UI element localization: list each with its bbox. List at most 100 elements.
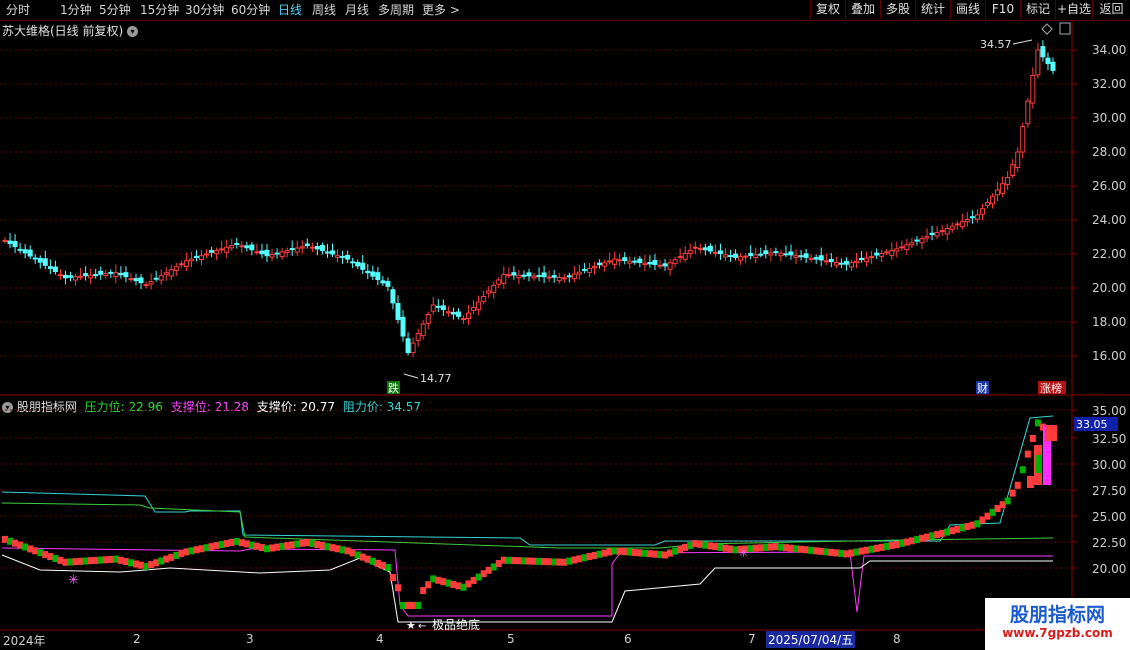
- candle-body: [103, 273, 109, 277]
- candle-body: [934, 232, 940, 237]
- low-label: 14.77: [420, 372, 452, 385]
- candle-body: [728, 255, 734, 258]
- candle-body: [521, 274, 527, 277]
- candle-body: [712, 251, 718, 254]
- candle-body: [526, 272, 532, 277]
- candle-body: [219, 248, 225, 251]
- candle-body: [314, 246, 320, 250]
- high-arrow: [1012, 39, 1033, 45]
- candle-body: [304, 243, 310, 246]
- candle-body: [642, 262, 648, 266]
- y-tick-label: 22.00: [1092, 247, 1127, 261]
- candle-body: [133, 278, 139, 282]
- candle-body: [309, 246, 315, 249]
- candle-body: [959, 221, 965, 228]
- candle-body: [738, 256, 744, 261]
- candle-body: [571, 273, 577, 280]
- candle-body: [471, 307, 477, 311]
- candle-body: [83, 273, 89, 277]
- candle-body: [889, 249, 895, 256]
- candle-body: [723, 254, 728, 258]
- candle-body: [985, 201, 990, 206]
- candle-body: [1005, 177, 1011, 185]
- candle-body: [506, 274, 512, 277]
- candle-body: [37, 257, 43, 263]
- indicator-bar: [1027, 476, 1034, 488]
- candle-body: [501, 273, 507, 284]
- candle-body: [556, 277, 562, 282]
- candle-body: [2, 239, 8, 242]
- asterisk-icon: ✳: [738, 546, 749, 561]
- candle-body: [229, 245, 235, 249]
- arrow-left-icon: ←: [418, 621, 426, 632]
- indicator-bar: [1029, 435, 1036, 442]
- candle-body: [909, 242, 915, 246]
- candle-body: [859, 257, 865, 261]
- current-value-label: 33.05: [1076, 418, 1108, 431]
- date-cursor-label: 2025/07/04/五: [766, 631, 856, 648]
- candle-body: [808, 257, 814, 260]
- candle-body: [481, 296, 487, 302]
- candle-body: [647, 262, 653, 265]
- candle-body: [158, 275, 164, 281]
- candle-body: [954, 223, 960, 226]
- star-icon: ★: [406, 619, 416, 632]
- candle-body: [612, 258, 618, 265]
- candle-body: [345, 254, 351, 260]
- candle-body: [592, 266, 597, 269]
- candle-body: [193, 255, 199, 258]
- candle-body: [586, 267, 592, 273]
- candle-body: [274, 252, 280, 255]
- candle-body: [476, 301, 482, 311]
- y-tick-label: 34.00: [1092, 43, 1127, 57]
- candle-body: [607, 260, 613, 263]
- candle-body: [551, 275, 557, 278]
- candle-body: [385, 281, 391, 287]
- candle-body: [667, 262, 673, 270]
- candle-body: [370, 271, 376, 277]
- candle-body: [702, 247, 708, 251]
- candle-body: [964, 218, 970, 223]
- candle-body: [854, 260, 859, 264]
- candle-body: [602, 262, 608, 267]
- candle-body: [803, 253, 809, 258]
- candle-body: [178, 263, 184, 266]
- candle-body: [924, 236, 930, 239]
- candle-body: [264, 249, 270, 257]
- candle-body: [884, 251, 890, 254]
- kline-chart[interactable]: 34.57 14.77 跌 财 涨榜 33.05 ✳ ✳ ★ ← 极品绝底: [0, 0, 1130, 650]
- y-tick-label: 24.00: [1092, 213, 1127, 227]
- candle-body: [516, 274, 522, 279]
- candle-body: [375, 272, 381, 281]
- watermark-logo: 股朋指标网 www.7gpzb.com: [985, 598, 1130, 650]
- candle-body: [450, 311, 456, 315]
- indicator-bar: [415, 602, 422, 609]
- candle-body: [62, 274, 68, 279]
- candle-body: [914, 239, 920, 242]
- candle-body: [430, 304, 436, 312]
- candle-body: [7, 240, 13, 245]
- candle-body: [239, 245, 245, 248]
- candle-body: [224, 246, 230, 253]
- candle-body: [798, 255, 804, 258]
- candle-body: [622, 257, 628, 261]
- candle-body: [199, 255, 204, 260]
- candle-body: [400, 316, 406, 337]
- date-label: 2: [133, 632, 141, 646]
- candle-body: [254, 251, 260, 254]
- indicator-bar: [1045, 425, 1057, 441]
- candle-body: [17, 248, 23, 251]
- indicator-bar: [1014, 481, 1021, 489]
- candle-body: [405, 338, 411, 354]
- candle-body: [536, 274, 542, 277]
- bottom-annotation: 极品绝底: [432, 617, 480, 632]
- candle-body: [269, 253, 275, 258]
- candle-body: [627, 260, 633, 264]
- ind-y-tick-label: 30.00: [1092, 458, 1127, 472]
- candle-body: [979, 208, 985, 215]
- candle-body: [848, 262, 854, 268]
- ind-y-tick-label: 35.00: [1092, 404, 1127, 418]
- candle-body: [183, 260, 189, 267]
- candle-body: [52, 266, 58, 273]
- diamond-icon: [1041, 23, 1053, 35]
